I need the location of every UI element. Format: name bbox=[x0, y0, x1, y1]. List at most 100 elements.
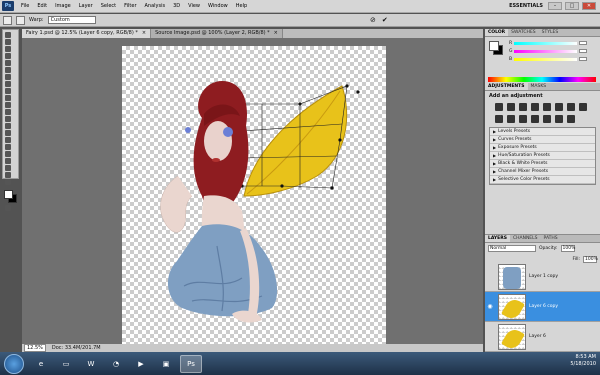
history-brush-tool-icon[interactable] bbox=[5, 95, 11, 101]
close-tab-icon[interactable]: × bbox=[274, 30, 278, 36]
layer-name[interactable]: Layer 1 copy bbox=[529, 274, 558, 279]
tab-masks[interactable]: MASKS bbox=[528, 83, 550, 90]
quick-mask-icon[interactable] bbox=[5, 205, 11, 211]
color-spectrum[interactable] bbox=[488, 77, 596, 82]
folder-taskbar-icon[interactable]: ▭ bbox=[55, 355, 77, 373]
document-canvas[interactable] bbox=[122, 46, 386, 346]
preset-item[interactable]: ▶ Hue/Saturation Presets bbox=[490, 152, 595, 160]
close-button[interactable]: ✕ bbox=[582, 2, 596, 10]
media-taskbar-icon[interactable]: ▶ bbox=[130, 355, 152, 373]
gradient-map-icon[interactable] bbox=[555, 115, 563, 123]
eraser-tool-icon[interactable] bbox=[5, 102, 11, 108]
warp-style-select[interactable]: Custom bbox=[47, 16, 96, 24]
brush-tool-icon[interactable] bbox=[5, 81, 11, 87]
red-track[interactable] bbox=[514, 41, 577, 45]
pen-tool-icon[interactable] bbox=[5, 130, 11, 136]
menu-select[interactable]: Select bbox=[97, 3, 120, 9]
exposure-icon[interactable] bbox=[531, 103, 539, 111]
preset-item[interactable]: ▶ Levels Presets bbox=[490, 128, 595, 136]
commit-transform-icon[interactable]: ✔ bbox=[382, 16, 388, 24]
preset-item[interactable]: ▶ Channel Mixer Presets bbox=[490, 168, 595, 176]
selective-color-icon[interactable] bbox=[567, 115, 575, 123]
red-slider[interactable]: R bbox=[509, 41, 587, 46]
cancel-transform-icon[interactable]: ⊘ bbox=[370, 16, 376, 24]
layer-name[interactable]: Layer 6 bbox=[529, 334, 546, 339]
menu-edit[interactable]: Edit bbox=[33, 3, 51, 9]
menu-window[interactable]: Window bbox=[204, 3, 232, 9]
tab-color[interactable]: COLOR bbox=[485, 29, 509, 36]
close-tab-icon[interactable]: × bbox=[142, 30, 146, 36]
crop-tool-icon[interactable] bbox=[5, 60, 11, 66]
maximize-button[interactable]: □ bbox=[565, 2, 579, 10]
red-value[interactable] bbox=[579, 41, 587, 45]
workspace-switcher[interactable]: ESSENTIALS bbox=[507, 3, 545, 9]
posterize-icon[interactable] bbox=[531, 115, 539, 123]
winamp-taskbar-icon[interactable]: W bbox=[80, 355, 102, 373]
menu-analysis[interactable]: Analysis bbox=[141, 3, 170, 9]
marquee-tool-icon[interactable] bbox=[5, 39, 11, 45]
menu-help[interactable]: Help bbox=[232, 3, 251, 9]
tab-channels[interactable]: CHANNELS bbox=[510, 235, 541, 242]
hue-saturation-icon[interactable] bbox=[555, 103, 563, 111]
dodge-tool-icon[interactable] bbox=[5, 123, 11, 129]
app-taskbar-icon[interactable]: ▣ bbox=[155, 355, 177, 373]
blue-value[interactable] bbox=[579, 57, 587, 61]
layer-row[interactable]: Layer 6 bbox=[485, 322, 600, 352]
layer-row[interactable]: ◉ Layer 6 copy bbox=[485, 292, 600, 322]
brightness-icon[interactable] bbox=[495, 103, 503, 111]
layer-row[interactable]: Layer 1 copy bbox=[485, 262, 600, 292]
menu-filter[interactable]: Filter bbox=[120, 3, 140, 9]
foreground-swatch[interactable] bbox=[489, 41, 499, 51]
healing-tool-icon[interactable] bbox=[5, 74, 11, 80]
clone-stamp-tool-icon[interactable] bbox=[5, 88, 11, 94]
eyedropper-tool-icon[interactable] bbox=[5, 67, 11, 73]
curves-icon[interactable] bbox=[519, 103, 527, 111]
warp-toggle-icon[interactable] bbox=[16, 15, 25, 25]
blue-slider[interactable]: B bbox=[509, 57, 587, 62]
type-tool-icon[interactable] bbox=[5, 137, 11, 143]
zoom-level-field[interactable]: 12.5% bbox=[24, 344, 46, 352]
zoom-tool-icon[interactable] bbox=[5, 179, 11, 185]
foreground-color[interactable] bbox=[4, 190, 13, 199]
tab-swatches[interactable]: SWATCHES bbox=[508, 29, 539, 36]
photo-filter-icon[interactable] bbox=[495, 115, 503, 123]
menu-file[interactable]: File bbox=[17, 3, 33, 9]
opacity-field[interactable]: 100% bbox=[560, 245, 575, 252]
lasso-tool-icon[interactable] bbox=[5, 46, 11, 52]
quick-select-tool-icon[interactable] bbox=[5, 53, 11, 59]
preset-item[interactable]: ▶ Exposure Presets bbox=[490, 144, 595, 152]
blue-track[interactable] bbox=[514, 57, 577, 61]
tab-fairy[interactable]: Fairy 1.psd @ 12.5% (Layer 6 copy, RGB/8… bbox=[22, 29, 152, 38]
black-white-icon[interactable] bbox=[579, 103, 587, 111]
tab-layers[interactable]: LAYERS bbox=[485, 235, 510, 242]
green-value[interactable] bbox=[579, 49, 587, 53]
vibrance-icon[interactable] bbox=[543, 103, 551, 111]
preset-item[interactable]: ▶ Black & White Presets bbox=[490, 160, 595, 168]
move-tool-icon[interactable] bbox=[5, 32, 11, 38]
layer-name[interactable]: Layer 6 copy bbox=[529, 304, 558, 309]
shape-tool-icon[interactable] bbox=[5, 151, 11, 157]
visibility-eye-icon[interactable]: ◉ bbox=[485, 303, 495, 310]
blend-mode-select[interactable]: Normal bbox=[488, 245, 536, 252]
tab-adjustments[interactable]: ADJUSTMENTS bbox=[485, 83, 528, 90]
levels-icon[interactable] bbox=[507, 103, 515, 111]
photoshop-taskbar-icon[interactable]: Ps bbox=[180, 354, 202, 373]
green-slider[interactable]: G bbox=[509, 49, 587, 54]
threshold-icon[interactable] bbox=[543, 115, 551, 123]
3d-orbit-tool-icon[interactable] bbox=[5, 165, 11, 171]
menu-view[interactable]: View bbox=[184, 3, 204, 9]
clock-date[interactable]: 5/18/2010 bbox=[570, 361, 596, 368]
start-button[interactable] bbox=[4, 353, 24, 374]
menu-layer[interactable]: Layer bbox=[75, 3, 97, 9]
firefox-taskbar-icon[interactable]: ◔ bbox=[105, 355, 127, 373]
minimize-button[interactable]: – bbox=[548, 2, 562, 10]
green-track[interactable] bbox=[514, 49, 577, 53]
channel-mixer-icon[interactable] bbox=[507, 115, 515, 123]
tab-paths[interactable]: PATHS bbox=[541, 235, 561, 242]
ie-taskbar-icon[interactable]: e bbox=[30, 355, 52, 373]
3d-rotate-tool-icon[interactable] bbox=[5, 158, 11, 164]
invert-icon[interactable] bbox=[519, 115, 527, 123]
clock-time[interactable]: 8:53 AM bbox=[575, 354, 596, 361]
menu-image[interactable]: Image bbox=[51, 3, 75, 9]
tab-styles[interactable]: STYLES bbox=[539, 29, 562, 36]
